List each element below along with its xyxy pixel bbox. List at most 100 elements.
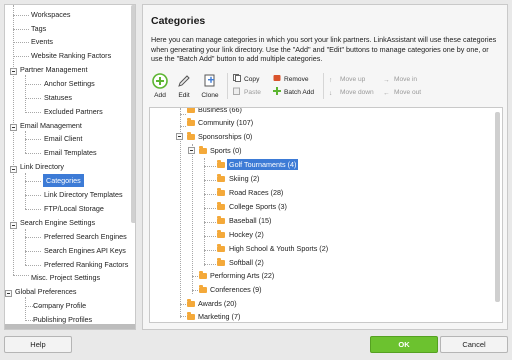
move-in-button[interactable]: → Move in: [383, 74, 417, 85]
tree-connector: [25, 173, 26, 209]
arrow-left-icon: ←: [383, 90, 390, 97]
tree-item-skiing[interactable]: Skiing (2): [229, 173, 259, 184]
tree-item-marketing[interactable]: Marketing (7): [198, 311, 240, 322]
batch-add-button[interactable]: Batch Add: [273, 87, 314, 98]
remove-icon: [273, 75, 281, 81]
clone-icon: [204, 74, 215, 87]
tree-item-conferences[interactable]: Conferences (9): [210, 284, 262, 295]
add-label: Add: [154, 92, 166, 99]
collapse-toggle-icon[interactable]: [188, 147, 195, 154]
pencil-icon: [178, 75, 190, 87]
nav-item-link-directory[interactable]: Link Directory: [20, 160, 64, 173]
collapse-toggle-icon[interactable]: [10, 166, 17, 173]
arrow-down-icon: ↓: [329, 90, 333, 97]
cancel-button[interactable]: Cancel: [440, 336, 508, 353]
nav-item-ftp-local-storage[interactable]: FTP/Local Storage: [44, 202, 104, 215]
tree-item-softball[interactable]: Softball (2): [229, 257, 264, 268]
paste-button[interactable]: Paste: [233, 87, 261, 98]
folder-icon: [217, 188, 225, 196]
nav-horizontal-scrollbar[interactable]: [5, 324, 135, 329]
collapse-toggle-icon[interactable]: [10, 124, 17, 131]
settings-nav-tree[interactable]: Workspaces Tags Events Website Ranking F…: [4, 4, 136, 330]
collapse-toggle-icon[interactable]: [176, 133, 183, 140]
nav-item-events[interactable]: Events: [31, 35, 53, 48]
move-down-label: Move down: [340, 89, 374, 96]
toolbar-separator: [227, 73, 228, 99]
edit-button[interactable]: Edit: [173, 73, 195, 99]
nav-item-search-engines-api-keys[interactable]: Search Engines API Keys: [44, 244, 126, 257]
nav-item-email-templates[interactable]: Email Templates: [44, 146, 97, 159]
nav-item-tags[interactable]: Tags: [31, 22, 46, 35]
tree-item-community[interactable]: Community (107): [198, 117, 253, 128]
nav-item-global-preferences[interactable]: Global Preferences: [15, 285, 77, 298]
ok-button[interactable]: OK: [370, 336, 438, 353]
tree-connector: [204, 264, 216, 265]
tree-item-golf-tournaments[interactable]: Golf Tournaments (4): [227, 159, 299, 170]
nav-item-partner-management[interactable]: Partner Management: [20, 63, 88, 76]
nav-vertical-scrollbar[interactable]: [131, 5, 135, 223]
clone-button[interactable]: Clone: [199, 73, 221, 99]
collapse-toggle-icon[interactable]: [10, 222, 17, 229]
folder-icon: [217, 174, 225, 182]
tree-vertical-scrollbar[interactable]: [495, 112, 500, 302]
tree-item-college-sports[interactable]: College Sports (3): [229, 201, 287, 212]
tree-connector: [25, 84, 41, 85]
tree-item-awards[interactable]: Awards (20): [198, 298, 237, 309]
tree-connector: [25, 251, 41, 252]
tree-item-baseball[interactable]: Baseball (15): [229, 215, 271, 226]
add-button[interactable]: Add: [149, 73, 171, 99]
nav-item-company-profile[interactable]: Company Profile: [33, 299, 86, 312]
nav-item-preferred-ranking-factors[interactable]: Preferred Ranking Factors: [44, 258, 128, 271]
folder-icon: [187, 299, 195, 307]
tree-item-sponsorships[interactable]: Sponsorships (0): [198, 131, 252, 142]
nav-item-email-client[interactable]: Email Client: [44, 132, 82, 145]
nav-item-email-management[interactable]: Email Management: [20, 119, 82, 132]
folder-icon: [199, 271, 207, 279]
collapse-toggle-icon[interactable]: [10, 68, 17, 75]
tree-item-road-races[interactable]: Road Races (28): [229, 187, 283, 198]
tree-item-business[interactable]: Business (66): [198, 108, 242, 115]
tree-item-hockey[interactable]: Hockey (2): [229, 229, 264, 240]
tree-connector: [204, 236, 216, 237]
nav-item-excluded-partners[interactable]: Excluded Partners: [44, 105, 103, 118]
tree-connector: [180, 316, 186, 317]
tree-connector: [13, 5, 14, 275]
tree-connector: [13, 29, 29, 30]
remove-button[interactable]: Remove: [273, 74, 309, 85]
tree-connector: [180, 114, 186, 115]
tree-connector: [13, 15, 29, 16]
nav-item-preferred-search-engines[interactable]: Preferred Search Engines: [44, 230, 127, 243]
arrow-right-icon: →: [383, 77, 390, 84]
move-up-label: Move up: [340, 76, 366, 83]
tree-item-performing-arts[interactable]: Performing Arts (22): [210, 270, 274, 281]
move-down-button[interactable]: ↓ Move down: [329, 87, 374, 98]
nav-item-link-directory-templates[interactable]: Link Directory Templates: [44, 188, 123, 201]
tree-connector: [204, 222, 216, 223]
nav-item-website-ranking-factors[interactable]: Website Ranking Factors: [31, 49, 111, 62]
collapse-toggle-icon[interactable]: [5, 290, 12, 297]
nav-item-workspaces[interactable]: Workspaces: [31, 8, 70, 21]
tree-connector: [25, 139, 41, 140]
nav-item-search-engine-settings[interactable]: Search Engine Settings: [20, 216, 95, 229]
nav-item-anchor-settings[interactable]: Anchor Settings: [44, 77, 95, 90]
copy-icon: [233, 74, 241, 82]
folder-icon: [217, 202, 225, 210]
move-in-label: Move in: [394, 76, 418, 83]
tree-item-sports[interactable]: Sports (0): [210, 145, 242, 156]
help-button[interactable]: Help: [4, 336, 72, 353]
categories-tree[interactable]: Business (66) Community (107) Sponsorshi…: [149, 107, 503, 323]
remove-label: Remove: [284, 76, 309, 83]
tree-connector: [204, 194, 216, 195]
tree-connector: [25, 98, 41, 99]
paste-label: Paste: [244, 89, 261, 96]
tree-connector: [13, 275, 29, 276]
arrow-up-icon: ↑: [329, 77, 333, 84]
tree-connector: [192, 144, 193, 294]
nav-item-statuses[interactable]: Statuses: [44, 91, 72, 104]
tree-item-high-school-youth-sports[interactable]: High School & Youth Sports (2): [229, 243, 328, 254]
nav-item-categories[interactable]: Categories: [43, 174, 84, 187]
move-up-button[interactable]: ↑ Move up: [329, 74, 365, 85]
copy-button[interactable]: Copy: [233, 74, 259, 85]
move-out-button[interactable]: ← Move out: [383, 87, 421, 98]
nav-item-misc-project-settings[interactable]: Misc. Project Settings: [31, 271, 100, 284]
